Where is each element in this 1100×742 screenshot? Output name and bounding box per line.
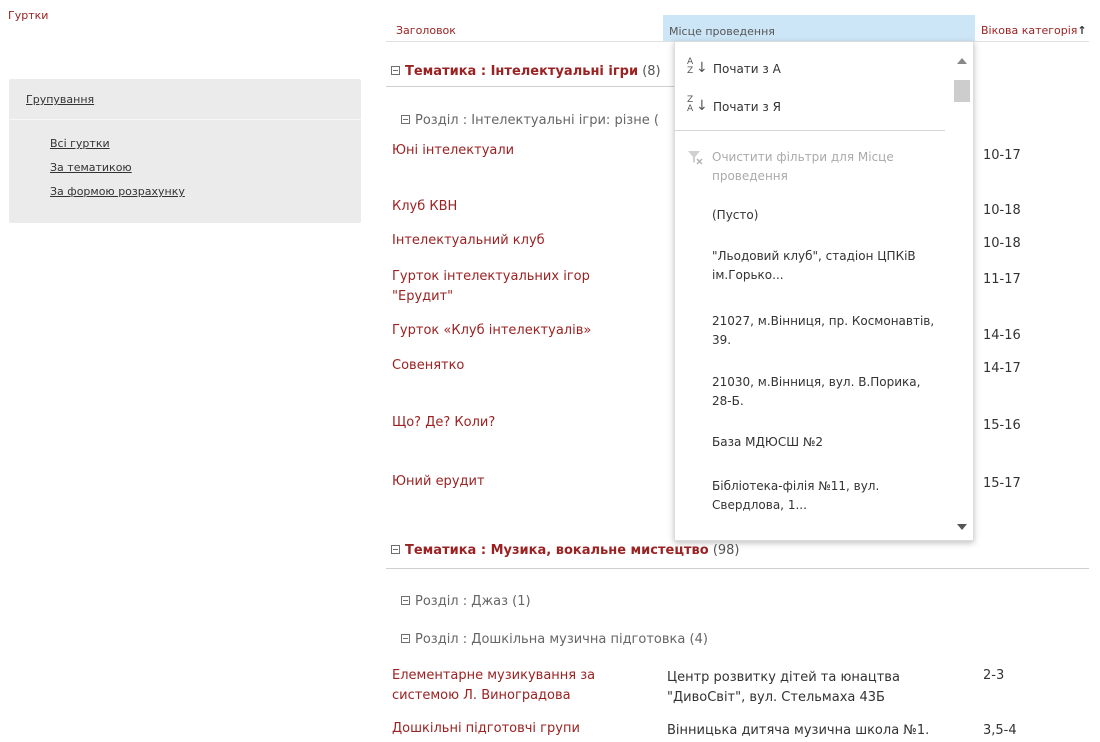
filter-value-option[interactable]: Бібліотека-філія №11, вул. Свердлова, 1.… [712,477,937,515]
table-row-age: 15-17 [983,476,1021,491]
collapse-toggle-icon[interactable] [401,634,410,643]
grouping-divider [9,119,361,120]
column-header-title[interactable]: Заголовок [396,24,456,37]
table-row-title[interactable]: Інтелектуальний клуб [392,231,662,251]
subgroup-header-preschool-music[interactable]: Розділ : Дошкільна музична підготовка (4… [401,632,708,647]
group-label: Тематика [405,543,477,558]
collapse-toggle-icon[interactable] [391,545,400,554]
table-row-age: 15-16 [983,418,1021,433]
subgroup-label: Розділ [415,594,459,609]
grouping-link-by-payment[interactable]: За формою розрахунку [50,185,185,198]
filter-value-option[interactable]: "Льодовий клуб", стадіон ЦПКіВ ім.Горько… [712,247,937,285]
table-row-title[interactable]: Гурток інтелектуальних ігор "Ерудит" [392,267,632,307]
filter-value-option[interactable]: База МДЮСШ №2 [712,433,937,452]
group-count: (8) [642,64,661,79]
subgroup-header-intellectual-misc[interactable]: Розділ : Інтелектуальні ігри: різне ( [401,113,659,128]
grouping-link-all[interactable]: Всі гуртки [50,137,110,150]
table-row-age: 14-16 [983,328,1021,343]
group-header-music[interactable]: Тематика : Музика, вокальне мистецтво (9… [391,543,740,558]
subgroup-label: Розділ [415,113,459,128]
dropdown-scrollbar[interactable] [950,42,973,540]
group-divider [386,86,674,87]
table-row-title[interactable]: Дошкільні підготовчі групи [392,719,662,739]
column-header-age[interactable]: Вікова категорія↑ [981,24,1087,37]
collapse-toggle-icon[interactable] [391,66,400,75]
subgroup-count: (1) [512,594,531,609]
collapse-toggle-icon[interactable] [401,596,410,605]
filter-value-option[interactable]: 21027, м.Вінниця, пр. Космонавтів, 39. [712,312,937,350]
group-label: Тематика [405,64,477,79]
table-row-title[interactable]: Клуб КВН [392,197,662,217]
subgroup-count: (4) [689,632,708,647]
table-row-age: 10-18 [983,236,1021,251]
table-row-title[interactable]: Совенятко [392,356,662,376]
column-header-age-label: Вікова категорія [981,24,1078,37]
clear-filter-icon [688,151,703,165]
sort-down-arrow-icon: ↓ [696,98,708,114]
sort-down-arrow-icon: ↓ [696,60,708,76]
clear-filter-option: Очистити фільтри для Місце проведення [675,146,945,186]
location-filter-dropdown[interactable]: A Z ↓ Почати з А Z A ↓ Почати з Я Очистити ф… [674,41,974,541]
group-value: Інтелектуальні ігри [490,64,639,79]
scroll-up-arrow-icon[interactable] [957,58,967,64]
subgroup-value: Дошкільна музична підготовка [471,632,686,647]
table-row-location: Вінницька дитяча музична школа №1. [667,723,930,738]
collapse-toggle-icon[interactable] [401,115,410,124]
filter-value-option[interactable]: (Пусто) [712,206,937,225]
table-row-age: 2-3 [983,668,1005,683]
group-value: Музика, вокальне мистецтво [490,543,709,558]
dropdown-divider [675,130,945,131]
table-row-age: 10-17 [983,148,1021,163]
subgroup-label: Розділ [415,632,459,647]
column-header-location[interactable]: Місце проведення [663,15,975,41]
group-divider [386,568,1089,569]
table-row-location: Центр розвитку дітей та юнацтва "ДивоСві… [667,670,900,705]
subgroup-header-jazz[interactable]: Розділ : Джаз (1) [401,594,531,609]
clear-filter-label: Очистити фільтри для Місце проведення [712,150,894,183]
sort-a-to-z-label: Почати з А [713,62,781,76]
table-row-title[interactable]: Що? Де? Коли? [392,413,662,433]
sort-z-to-a-label: Почати з Я [713,100,781,114]
filter-value-option[interactable]: 21030, м.Вінниця, вул. В.Порика, 28-Б. [712,373,937,411]
table-row-title[interactable]: Юні інтелектуали [392,141,662,161]
table-row-title[interactable]: Елементарне музикування за системою Л. В… [392,666,642,706]
subgroup-value: Інтелектуальні ігри: різне ( [471,113,659,128]
table-row-age: 10-18 [983,203,1021,218]
subgroup-value: Джаз [471,594,509,609]
sort-z-to-a-option[interactable]: Z A ↓ Почати з Я [675,96,945,118]
table-row-age: 3,5-4 [983,723,1017,738]
column-header-location-label: Місце проведення [669,25,775,38]
group-header-intellectual-games[interactable]: Тематика : Інтелектуальні ігри (8) [391,64,661,79]
scrollbar-thumb[interactable] [954,80,970,102]
table-row-age: 11-17 [983,272,1021,287]
table-row-title[interactable]: Юний ерудит [392,472,662,492]
group-count: (98) [712,543,740,558]
scroll-down-arrow-icon[interactable] [957,524,967,530]
grouping-link-by-theme[interactable]: За тематикою [50,161,132,174]
sort-a-to-z-option[interactable]: A Z ↓ Почати з А [675,58,945,80]
grouping-heading[interactable]: Групування [26,93,94,106]
table-row-age: 14-17 [983,361,1021,376]
page-title: Гуртки [8,9,49,22]
sort-ascending-icon: ↑ [1077,24,1087,37]
table-row-title[interactable]: Гурток «Клуб інтелектуалів» [392,321,662,341]
